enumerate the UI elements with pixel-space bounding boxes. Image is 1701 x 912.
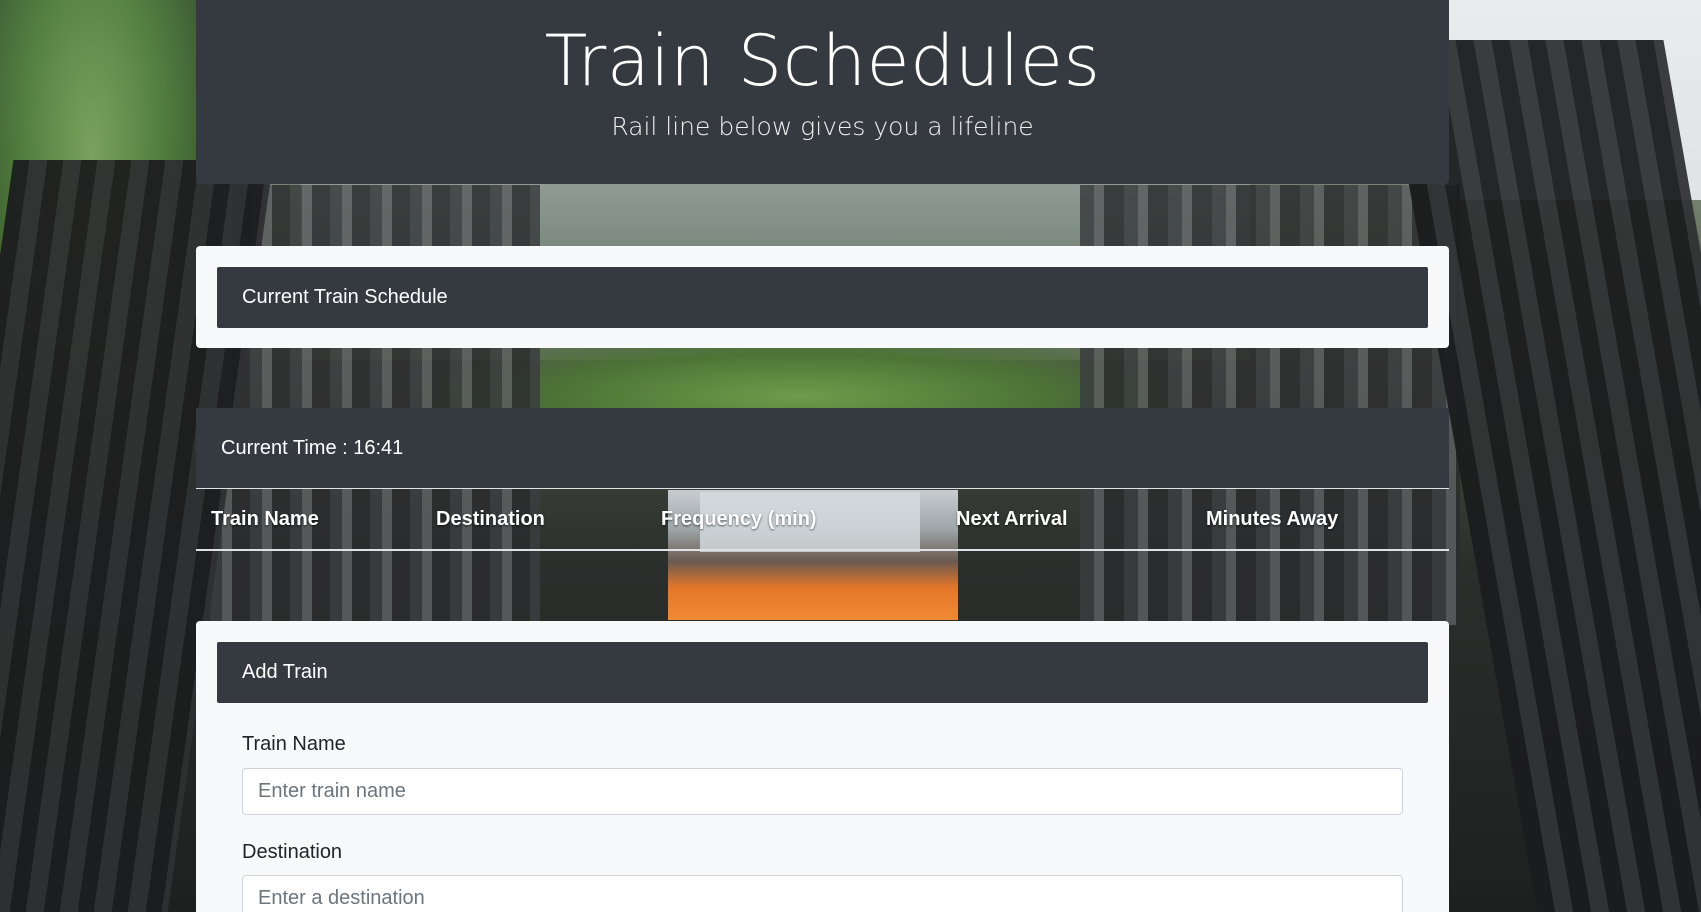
destination-input[interactable] <box>242 875 1403 912</box>
column-header-minutes-away: Minutes Away <box>1191 488 1449 551</box>
column-header-destination: Destination <box>421 488 646 551</box>
schedule-card: Current Train Schedule <box>196 246 1449 348</box>
column-header-frequency: Frequency (min) <box>646 488 941 551</box>
train-name-label: Train Name <box>242 733 346 755</box>
add-train-card: Add Train Train Name Destination <box>196 621 1449 912</box>
train-name-input[interactable] <box>242 768 1403 815</box>
destination-label: Destination <box>242 841 343 863</box>
add-train-title: Add Train <box>217 642 1428 703</box>
page-title: Train Schedules <box>544 20 1101 102</box>
train-schedule-table: Train Name Destination Frequency (min) N… <box>196 488 1449 551</box>
page-header: Train Schedules Rail line below gives yo… <box>196 0 1449 184</box>
column-header-next-arrival: Next Arrival <box>941 488 1191 551</box>
page-subtitle: Rail line below gives you a lifeline <box>611 112 1034 141</box>
current-time: Current Time : 16:41 <box>196 408 1449 488</box>
schedule-card-title: Current Train Schedule <box>217 267 1428 328</box>
table-header-row: Train Name Destination Frequency (min) N… <box>196 488 1449 551</box>
column-header-train-name: Train Name <box>196 488 421 551</box>
